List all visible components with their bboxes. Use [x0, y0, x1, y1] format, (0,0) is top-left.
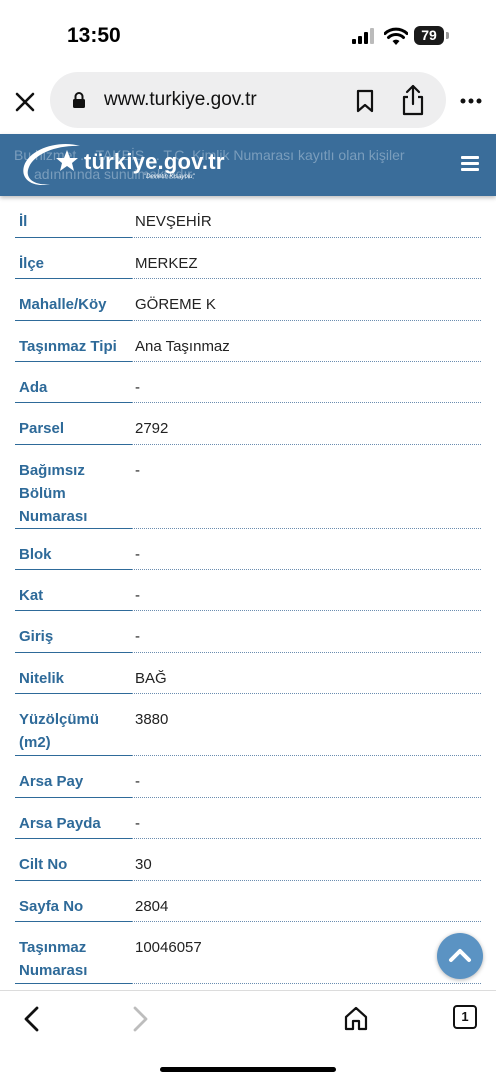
- data-row: Ada -: [0, 362, 496, 403]
- status-time: 13:50: [67, 24, 121, 47]
- data-row: Blok -: [0, 529, 496, 570]
- property-info-list: İl NEVŞEHİR İlçe MERKEZ Mahalle/Köy GÖREME K T…: [0, 196, 496, 984]
- site-logo[interactable]: türkiye.gov.tr "Devletin Kısayolu": [20, 140, 260, 190]
- field-value: 3880: [135, 711, 169, 728]
- data-row: Arsa Pay -: [0, 756, 496, 798]
- field-value: GÖREME K: [135, 296, 216, 313]
- data-row: Nitelik BAĞ: [0, 653, 496, 694]
- share-icon[interactable]: [400, 84, 426, 116]
- data-row: Taşınmaz Numarası 10046057: [0, 922, 496, 984]
- field-label: Kat: [19, 587, 44, 604]
- data-row: Arsa Payda -: [0, 798, 496, 839]
- field-value: -: [135, 815, 140, 832]
- tabs-button[interactable]: 1: [453, 1005, 477, 1029]
- field-label: Blok: [19, 546, 52, 563]
- field-label: Mahalle/Köy: [19, 296, 107, 313]
- logo-emblem-icon: [23, 144, 80, 186]
- field-value: 2792: [135, 420, 169, 437]
- data-row: Bağımsız Bölüm Numarası -: [0, 445, 496, 529]
- field-label: Yüzölçümü (m2): [19, 711, 100, 751]
- field-value: 30: [135, 856, 152, 873]
- field-label: Nitelik: [19, 670, 65, 687]
- address-bar[interactable]: www.turkiye.gov.tr: [50, 72, 446, 128]
- field-label: Bağımsız Bölüm Numarası: [19, 462, 88, 525]
- data-row: Parsel 2792: [0, 403, 496, 445]
- site-header: Bu hizmet ... TAKBİS ... T.C. Kimlik Num…: [0, 134, 496, 196]
- url-text: www.turkiye.gov.tr: [104, 89, 257, 110]
- bookmark-icon[interactable]: [355, 89, 375, 113]
- browser-bottom-bar: 1: [0, 990, 496, 1081]
- data-row: Cilt No 30: [0, 839, 496, 881]
- field-value: -: [135, 773, 140, 790]
- field-value: 2804: [135, 898, 169, 915]
- field-value: NEVŞEHİR: [135, 213, 212, 230]
- field-label: Arsa Pay: [19, 773, 84, 790]
- home-icon[interactable]: [343, 1005, 369, 1031]
- chevron-up-icon: [449, 949, 471, 962]
- battery-level: 79: [414, 26, 444, 45]
- data-row: İl NEVŞEHİR: [0, 196, 496, 238]
- field-value: -: [135, 462, 140, 479]
- close-icon[interactable]: [12, 89, 38, 115]
- lock-icon: [73, 92, 85, 108]
- home-indicator: [160, 1067, 336, 1072]
- field-label: İl: [19, 213, 28, 230]
- data-row: Yüzölçümü (m2) 3880: [0, 694, 496, 756]
- more-options-icon[interactable]: [460, 98, 482, 104]
- field-label: Parsel: [19, 420, 65, 437]
- field-label: Arsa Payda: [19, 815, 101, 832]
- back-arrow-icon[interactable]: [22, 1005, 42, 1033]
- battery-icon: 79: [414, 26, 450, 46]
- hamburger-menu-icon[interactable]: [461, 156, 479, 172]
- value-divider: [132, 983, 481, 984]
- field-label: İlçe: [19, 255, 45, 272]
- forward-arrow-icon[interactable]: [130, 1005, 150, 1033]
- label-divider: [15, 983, 132, 984]
- field-value: -: [135, 546, 140, 563]
- browser-toolbar: www.turkiye.gov.tr: [0, 72, 496, 134]
- status-bar: 13:50 79: [0, 0, 496, 72]
- data-row: Giriş -: [0, 611, 496, 653]
- field-value: -: [135, 628, 140, 645]
- field-value: BAĞ: [135, 670, 167, 687]
- field-value: MERKEZ: [135, 255, 198, 272]
- field-label: Giriş: [19, 628, 54, 645]
- field-label: Sayfa No: [19, 898, 84, 915]
- field-label: Taşınmaz Numarası: [19, 939, 88, 979]
- data-row: İlçe MERKEZ: [0, 238, 496, 279]
- field-value: Ana Taşınmaz: [135, 338, 230, 355]
- data-row: Kat -: [0, 570, 496, 611]
- field-label: Cilt No: [19, 856, 68, 873]
- field-value: -: [135, 379, 140, 396]
- data-row: Sayfa No 2804: [0, 881, 496, 922]
- field-value: 10046057: [135, 939, 202, 956]
- field-label: Ada: [19, 379, 48, 396]
- wifi-icon: [384, 27, 408, 45]
- field-label: Taşınmaz Tipi: [19, 338, 117, 355]
- data-row: Taşınmaz Tipi Ana Taşınmaz: [0, 321, 496, 362]
- cellular-signal-icon: [352, 28, 376, 44]
- data-row: Mahalle/Köy GÖREME K: [0, 279, 496, 321]
- scroll-to-top-button[interactable]: [437, 933, 483, 979]
- field-value: -: [135, 587, 140, 604]
